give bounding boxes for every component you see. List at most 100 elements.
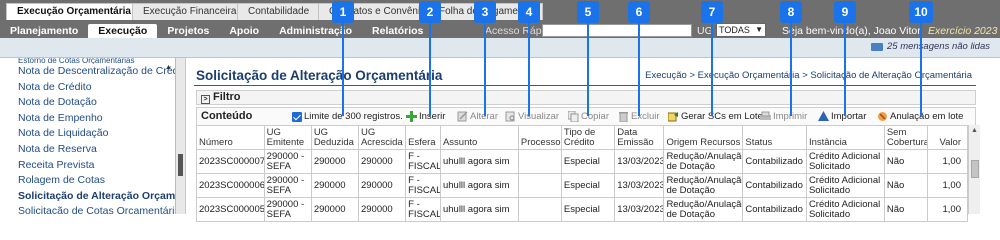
breadcrumb[interactable]: Execução > Execução Orçamentária > Solic…	[645, 70, 972, 81]
top-menu: Planejamento Execução Projetos Apoio Adm…	[0, 24, 433, 38]
cell-esfera: F - FISCAL	[405, 173, 441, 198]
imprimir-button[interactable]: Imprimir	[760, 111, 807, 122]
callout-badge-5: 5	[577, 1, 599, 23]
cell-numero: 2023SC000006	[196, 173, 265, 198]
expand-icon[interactable]: >	[201, 95, 210, 104]
cell-origem-recursos: Redução/Anulação de Dotação	[663, 149, 744, 174]
topmenu-execucao[interactable]: Execução	[88, 24, 158, 38]
sidebar-item-solicitacao-cotas[interactable]: Solicitação de Cotas Orçamentárias	[0, 204, 175, 214]
scrollbar-thumb[interactable]	[971, 160, 979, 178]
table-row[interactable]: 2023SC000007 290000 - SEFA 290000 290000…	[196, 149, 969, 174]
sidebar-item-rolagem-cotas[interactable]: Rolagem de Cotas	[0, 173, 175, 189]
cell-ug-acrescida: 290000	[357, 173, 407, 198]
sidebar-item-receita-prevista[interactable]: Receita Prevista	[0, 158, 175, 174]
cell-data-emissao: 13/03/2023	[614, 149, 665, 174]
cell-assunto: uhulll agora sim	[439, 173, 519, 198]
unread-messages-text: 25 mensagens não lidas	[887, 41, 990, 52]
inserir-button[interactable]: Inserir	[406, 111, 445, 122]
quick-access-input[interactable]	[542, 24, 692, 37]
cell-valor: 1,00	[926, 149, 969, 174]
sidebar-collapse-bar[interactable]	[176, 58, 186, 214]
sidebar-item-nota-credito[interactable]: Nota de Crédito	[0, 80, 175, 96]
cell-valor: 1,00	[926, 197, 969, 222]
sidebar-scrollbar[interactable]: ▲	[164, 58, 174, 214]
cell-tipo-credito: Especial	[560, 173, 616, 198]
column-header-ug-acrescida[interactable]: UG Acrescida	[357, 125, 407, 150]
exercise-year: Exercício 2023	[928, 25, 998, 37]
content-label: Conteúdo	[201, 110, 253, 122]
cell-instancia: Crédito Adicional Solicitado	[805, 149, 885, 174]
tab-execucao-financeira[interactable]: Execução Financeira	[132, 3, 248, 20]
column-header-status[interactable]: Status	[742, 125, 807, 150]
cancel-batch-icon	[878, 112, 887, 121]
table-row[interactable]: 2023SC000006 290000 - SEFA 290000 290000…	[196, 173, 969, 198]
filter-panel-header[interactable]: > Filtro	[196, 90, 976, 105]
ug-select-value: TODAS	[719, 25, 750, 35]
checkbox-checked-icon[interactable]	[292, 111, 302, 122]
cell-esfera: F - FISCAL	[405, 197, 441, 222]
topmenu-apoio[interactable]: Apoio	[219, 24, 269, 38]
scroll-up-icon[interactable]: ▲	[165, 64, 172, 71]
table-row[interactable]: 2023SC000005 290000 - SEFA 290000 290000…	[196, 197, 969, 222]
topmenu-projetos[interactable]: Projetos	[157, 24, 219, 38]
table-scrollbar[interactable]: ▲	[968, 125, 980, 214]
column-header-origem-recursos[interactable]: Origem Recursos	[663, 125, 744, 150]
gerar-scs-lote-label: Gerar SCs em Lote	[681, 111, 763, 122]
sidebar-item-nota-descentralizacao[interactable]: Nota de Descentralização de Crédito	[0, 64, 175, 80]
gerar-scs-lote-button[interactable]: Gerar SCs em Lote	[668, 111, 763, 122]
cell-status: Contabilizado	[742, 149, 807, 174]
column-header-numero[interactable]: Número	[196, 125, 265, 150]
visualizar-button[interactable]: Visualizar	[505, 111, 559, 122]
cell-status: Contabilizado	[742, 197, 807, 222]
callout-line-5	[587, 23, 589, 116]
topmenu-relatorios[interactable]: Relatórios	[362, 24, 433, 38]
column-header-processo[interactable]: Processo	[517, 125, 562, 150]
cell-instancia: Crédito Adicional Solicitado	[805, 197, 885, 222]
scroll-up-icon[interactable]: ▲	[971, 127, 978, 134]
toolbar: Conteúdo Limite de 300 registros. Inseri…	[196, 107, 976, 125]
cell-esfera: F - FISCAL	[405, 149, 441, 174]
cell-data-emissao: 13/03/2023	[614, 173, 665, 198]
cell-valor: 1,00	[926, 173, 969, 198]
callout-badge-10: 10	[909, 1, 933, 23]
callout-badge-8: 8	[780, 1, 802, 23]
column-header-ug-emitente[interactable]: UG Emitente	[263, 125, 312, 150]
column-header-sem-cobertura[interactable]: Sem Cobertura?	[883, 125, 928, 150]
unread-messages[interactable]: 25 mensagens não lidas	[871, 41, 990, 52]
cell-ug-emitente: 290000 - SEFA	[263, 149, 312, 174]
copiar-label: Copiar	[581, 111, 609, 122]
edit-icon	[457, 111, 468, 122]
column-header-valor[interactable]: Valor	[926, 125, 969, 150]
column-header-data-emissao[interactable]: Data Emissão	[614, 125, 665, 150]
alterar-button[interactable]: Alterar	[457, 111, 498, 122]
sidebar-item-nota-empenho[interactable]: Nota de Empenho	[0, 111, 175, 127]
tab-execucao-orcamentaria[interactable]: Execução Orçamentária	[6, 3, 142, 20]
cell-instancia: Crédito Adicional Solicitado	[805, 173, 885, 198]
cell-sem-cobertura: Não	[883, 173, 928, 198]
ug-select[interactable]: TODAS ▼	[716, 23, 766, 37]
column-header-tipo-credito[interactable]: Tipo de Crédito	[560, 125, 616, 150]
column-header-instancia[interactable]: Instância	[805, 125, 885, 150]
tab-contabilidade[interactable]: Contabilidade	[237, 3, 321, 20]
sidebar-item-nota-dotacao[interactable]: Nota de Dotação	[0, 95, 175, 111]
topmenu-planejamento[interactable]: Planejamento	[0, 24, 88, 38]
cell-sem-cobertura: Não	[883, 149, 928, 174]
column-header-ug-deduzida[interactable]: UG Deduzida	[310, 125, 359, 150]
sidebar-item-nota-liquidacao[interactable]: Nota de Liquidação	[0, 126, 175, 142]
cell-origem-recursos: Redução/Anulação de Dotação	[663, 173, 744, 198]
limit-checkbox[interactable]: Limite de 300 registros.	[292, 111, 403, 122]
sub-tab-bar	[0, 38, 1000, 58]
plus-icon	[406, 111, 417, 122]
sidebar-item-nota-reserva[interactable]: Nota de Reserva	[0, 142, 175, 158]
results-table: Número UG Emitente UG Deduzida UG Acresc…	[196, 125, 969, 222]
column-header-assunto[interactable]: Assunto	[439, 125, 519, 150]
callout-badge-9: 9	[834, 1, 856, 23]
cell-processo	[517, 173, 562, 198]
column-header-esfera[interactable]: Esfera	[405, 125, 441, 150]
sidebar-item-solicitacao-alteracao[interactable]: Solicitação de Alteração Orçamentá	[0, 189, 175, 205]
batch-generate-icon	[668, 112, 678, 122]
topmenu-administracao[interactable]: Administração	[269, 24, 362, 38]
collapse-handle-icon[interactable]	[178, 154, 183, 176]
importar-button[interactable]: Importar	[818, 111, 866, 122]
printer-icon	[760, 111, 771, 120]
